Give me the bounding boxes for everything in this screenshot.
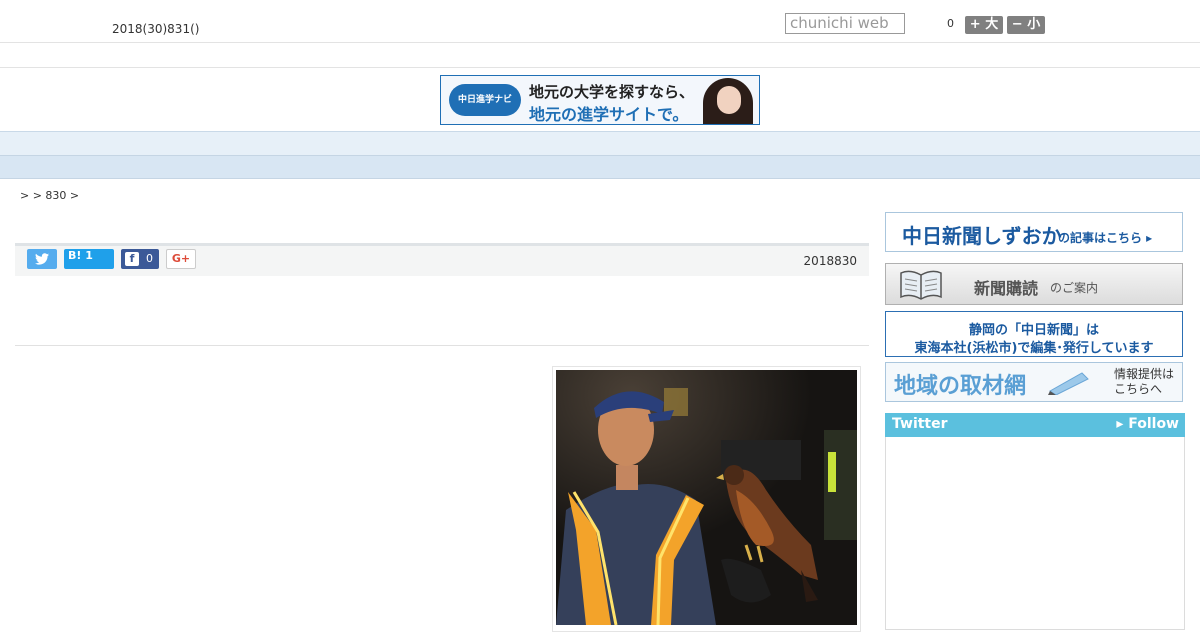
network-title: 地域の取材網	[894, 374, 1027, 399]
font-larger-button[interactable]: + 大	[965, 16, 1003, 34]
hatena-bookmark-button[interactable]: B! 1	[64, 249, 114, 269]
breadcrumb[interactable]: > > 830 >	[20, 189, 79, 202]
network-subtitle: 情報提供は こちらへ	[1114, 367, 1174, 397]
article-divider	[15, 345, 869, 346]
regional-network-banner[interactable]: 地域の取材網 情報提供は こちらへ	[885, 362, 1183, 402]
banner-ad[interactable]: 中日進学ナビ 地元の大学を探すなら、 地元の進学サイトで。	[440, 75, 760, 125]
facebook-share-button[interactable]: f 0	[121, 249, 159, 269]
main-nav	[0, 131, 1200, 156]
ad-headline: 地元の大学を探すなら、	[529, 83, 695, 101]
header-divider	[0, 42, 1200, 43]
font-size-indicator: 0	[947, 17, 954, 30]
font-smaller-button[interactable]: − 小	[1007, 16, 1045, 34]
subscription-title: 新聞購読	[974, 279, 1039, 298]
header-divider	[0, 67, 1200, 68]
google-plus-share-button[interactable]: G+	[166, 249, 196, 269]
ad-logo: 中日進学ナビ	[449, 84, 521, 116]
twitter-widget-header: Twitter ▸ Follow	[885, 413, 1185, 437]
article-date: 2018830	[803, 254, 857, 268]
twitter-bird-icon	[35, 253, 49, 265]
shizuoka-title: 中日新聞しずおか	[902, 224, 1062, 248]
twitter-follow-link[interactable]: ▸ Follow	[1116, 416, 1179, 432]
network-sub-line-2: こちらへ	[1113, 382, 1162, 396]
shizuoka-link-banner[interactable]: 中日新聞しずおか の記事はこちら ▸	[885, 212, 1183, 252]
pencil-icon	[1048, 372, 1089, 395]
twitter-share-button[interactable]	[27, 249, 57, 269]
facebook-icon: f	[125, 252, 139, 266]
tokai-line-1: 静岡の「中日新聞」は	[968, 323, 1099, 338]
twitter-widget-title: Twitter	[892, 416, 948, 432]
article-photo[interactable]	[556, 370, 857, 625]
tokai-headquarters-banner[interactable]: 静岡の「中日新聞」は 東海本社(浜松市)で編集･発行しています	[885, 311, 1183, 357]
facebook-share-count: 0	[146, 252, 153, 265]
tokai-line-2: 東海本社(浜松市)で編集･発行しています	[914, 341, 1154, 356]
ad-model-face	[717, 86, 741, 114]
open-book-icon	[900, 270, 942, 300]
network-sub-line-1: 情報提供は	[1113, 367, 1174, 381]
twitter-widget-body	[885, 437, 1185, 630]
shizuoka-subtitle: の記事はこちら ▸	[1058, 231, 1153, 245]
header-date: 2018(30)831()	[112, 22, 200, 36]
search-input[interactable]: chunichi web	[785, 13, 905, 34]
share-bar: B! 1 f 0 G+ 2018830	[15, 246, 869, 276]
ad-tagline: 地元の進学サイトで。	[529, 105, 689, 124]
subscription-subtitle: のご案内	[1050, 281, 1099, 295]
article-photo-frame	[552, 366, 861, 632]
sub-nav	[0, 155, 1200, 179]
subscription-banner[interactable]: 新聞購読 のご案内	[885, 263, 1183, 305]
